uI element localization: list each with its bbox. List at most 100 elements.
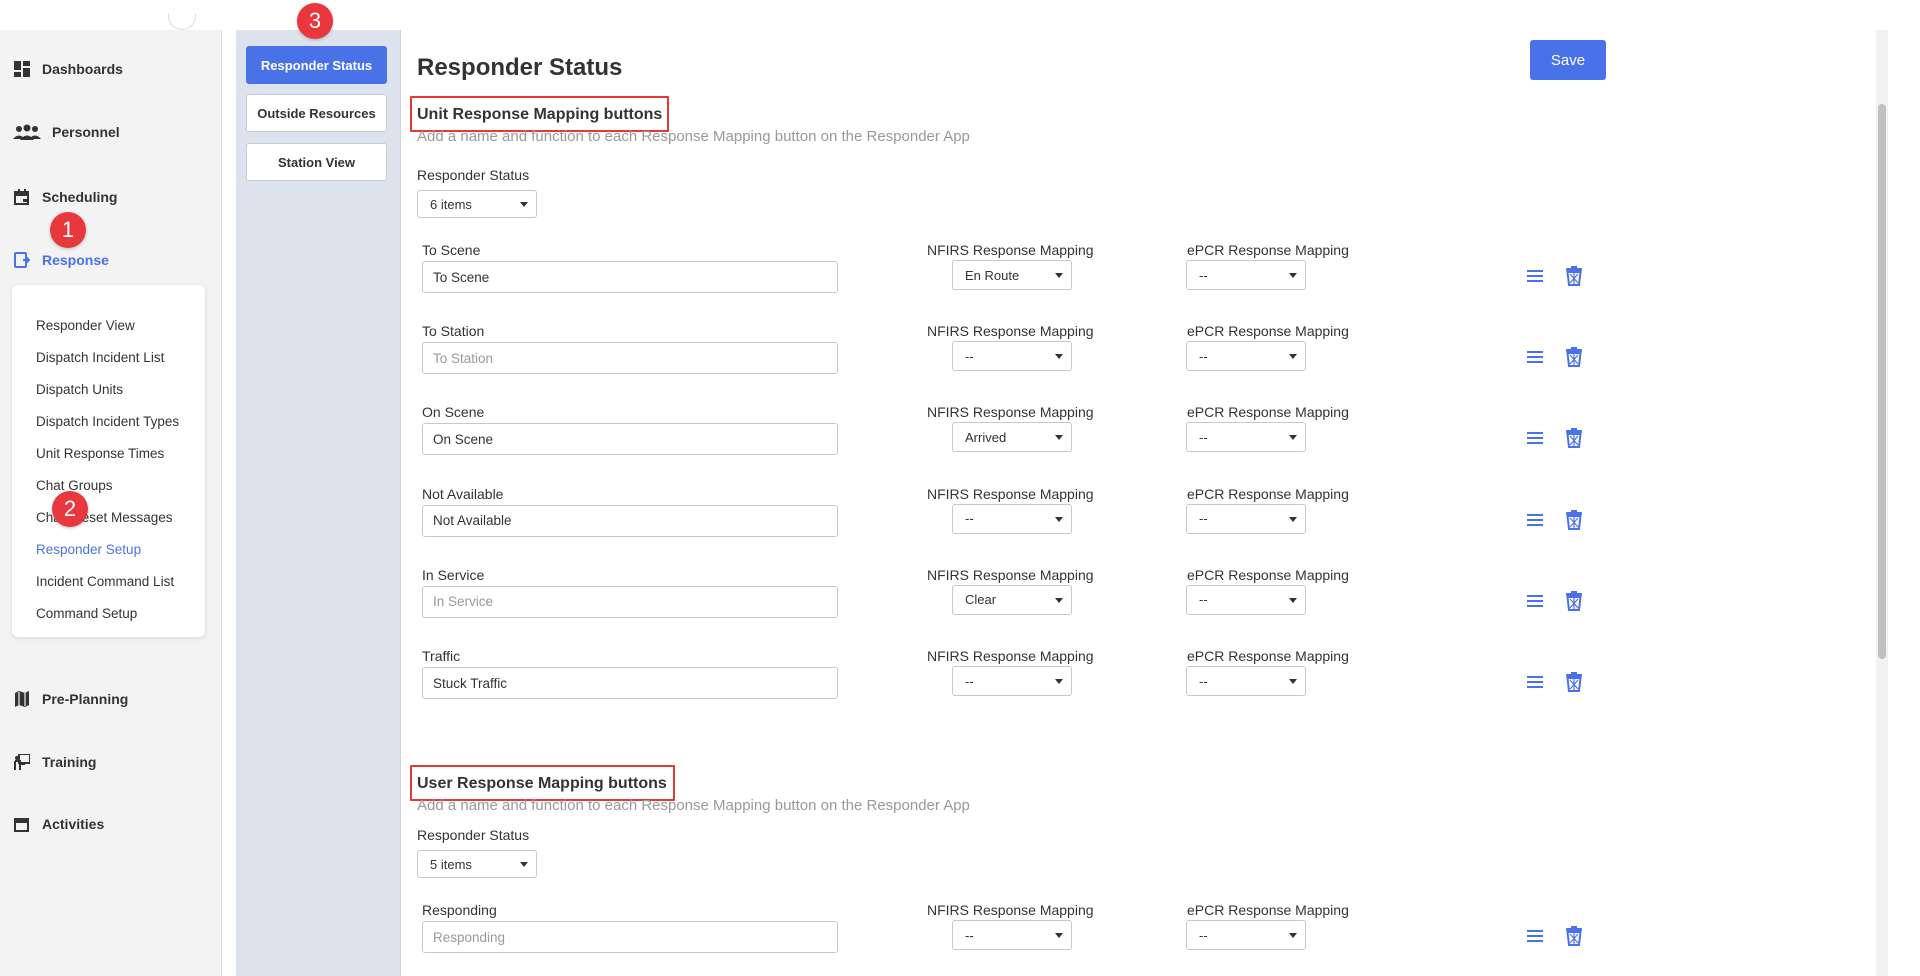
epcr-label: ePCR Response Mapping xyxy=(1187,404,1349,421)
nfirs-select[interactable]: -- xyxy=(952,666,1072,696)
chevron-down-icon xyxy=(1055,679,1063,684)
epcr-value: -- xyxy=(1199,429,1208,445)
tab-outside-resources[interactable]: Outside Resources xyxy=(246,94,387,132)
mapping-row: In Service In Service NFIRS Response Mappi… xyxy=(401,567,1601,637)
save-button[interactable]: Save xyxy=(1530,40,1606,80)
responder-setup-subnav: Responder Status Outside Resources Stati… xyxy=(236,30,401,976)
nfirs-select[interactable]: Clear xyxy=(952,584,1072,615)
drag-handle-icon[interactable] xyxy=(1527,351,1543,364)
submenu-item-unit-response-times[interactable]: Unit Response Times xyxy=(36,446,164,461)
nfirs-select[interactable]: Arrived xyxy=(952,422,1072,453)
user-items-select[interactable]: 5 items xyxy=(417,850,537,878)
unit-items-value: 6 items xyxy=(430,196,472,212)
sidebar-item-pre-planning[interactable]: Pre-Planning xyxy=(12,690,128,708)
sidebar-item-scheduling[interactable]: Scheduling xyxy=(12,188,117,206)
user-section-title: User Response Mapping buttons xyxy=(417,775,667,792)
button-name-value: On Scene xyxy=(433,431,494,447)
step-marker-2: 2 xyxy=(52,491,88,527)
tab-responder-status[interactable]: Responder Status xyxy=(246,46,387,84)
epcr-value: -- xyxy=(1199,348,1208,364)
button-name-input[interactable]: On Scene xyxy=(422,423,838,456)
button-name-input[interactable]: Responding xyxy=(422,921,838,953)
chevron-down-icon xyxy=(1289,679,1297,684)
mapping-row: To Station To Station NFIRS Response Mappi… xyxy=(401,323,1601,393)
training-icon xyxy=(12,753,32,771)
mapping-row: Responding Responding NFIRS Response Mappi… xyxy=(401,902,1601,972)
scrollbar-thumb[interactable] xyxy=(1878,104,1886,659)
tab-station-view[interactable]: Station View xyxy=(246,143,387,181)
chevron-down-icon xyxy=(1055,273,1063,278)
map-icon xyxy=(12,690,32,708)
drag-handle-icon[interactable] xyxy=(1527,513,1543,526)
epcr-label: ePCR Response Mapping xyxy=(1187,648,1349,664)
drag-handle-icon[interactable] xyxy=(1527,930,1543,942)
button-name-input[interactable]: Stuck Traffic xyxy=(422,667,838,699)
sidebar: Dashboards Personnel Scheduling Response… xyxy=(0,30,222,976)
submenu-item-dispatch-incident-list[interactable]: Dispatch Incident List xyxy=(36,350,164,365)
drag-handle-icon[interactable] xyxy=(1527,676,1543,688)
calendar-icon xyxy=(12,188,32,206)
button-name-input[interactable]: In Service xyxy=(422,585,838,618)
vertical-scrollbar[interactable] xyxy=(1876,30,1888,976)
button-name-input[interactable]: To Station xyxy=(422,342,838,375)
sidebar-item-label: Activities xyxy=(42,816,105,832)
epcr-label: ePCR Response Mapping xyxy=(1187,323,1349,340)
sidebar-item-dashboards[interactable]: Dashboards xyxy=(12,60,123,78)
epcr-select[interactable]: -- xyxy=(1186,422,1306,453)
button-name-input[interactable]: To Scene xyxy=(422,261,838,293)
submenu-item-dispatch-incident-types[interactable]: Dispatch Incident Types xyxy=(36,414,179,429)
chevron-down-icon xyxy=(1055,516,1063,522)
drag-handle-icon[interactable] xyxy=(1527,594,1543,607)
submenu-item-command-setup[interactable]: Command Setup xyxy=(36,606,137,621)
chevron-down-icon xyxy=(520,202,528,207)
submenu-item-dispatch-units[interactable]: Dispatch Units xyxy=(36,382,123,397)
submenu-item-responder-view[interactable]: Responder View xyxy=(36,318,135,333)
epcr-select[interactable]: -- xyxy=(1186,503,1306,534)
trash-icon[interactable] xyxy=(1565,509,1583,530)
unit-responder-status-label: Responder Status xyxy=(417,167,530,183)
sidebar-item-response[interactable]: Response xyxy=(12,251,109,269)
sidebar-item-activities[interactable]: Activities xyxy=(12,816,104,832)
nfirs-select[interactable]: -- xyxy=(952,503,1072,534)
nfirs-select[interactable]: -- xyxy=(952,341,1072,372)
row-label: To Scene xyxy=(422,242,481,258)
trash-icon[interactable] xyxy=(1565,672,1583,692)
sidebar-item-training[interactable]: Training xyxy=(12,753,96,771)
submenu-item-incident-command-list[interactable]: Incident Command List xyxy=(36,574,174,589)
trash-icon[interactable] xyxy=(1565,266,1583,286)
trash-icon[interactable] xyxy=(1565,926,1583,946)
nfirs-label: NFIRS Response Mapping xyxy=(927,648,1094,664)
collapse-handle[interactable] xyxy=(168,14,196,30)
activities-icon xyxy=(12,816,32,832)
chevron-down-icon xyxy=(1289,435,1297,441)
drag-handle-icon[interactable] xyxy=(1527,432,1543,445)
drag-handle-icon[interactable] xyxy=(1527,270,1543,282)
submenu-item-responder-setup[interactable]: Responder Setup xyxy=(36,542,141,557)
nfirs-select[interactable]: En Route xyxy=(952,260,1072,290)
trash-icon[interactable] xyxy=(1565,347,1583,368)
sidebar-item-label: Dashboards xyxy=(42,61,123,77)
mapping-row: Traffic Stuck Traffic NFIRS Response Mappi… xyxy=(401,648,1601,718)
epcr-value: -- xyxy=(1199,592,1208,608)
sidebar-item-personnel[interactable]: Personnel xyxy=(12,123,120,141)
sidebar-item-label: Personnel xyxy=(52,124,120,140)
unit-items-select[interactable]: 6 items xyxy=(417,190,537,218)
chevron-down-icon xyxy=(1289,597,1297,603)
button-name-value: To Station xyxy=(433,350,494,366)
button-name-input[interactable]: Not Available xyxy=(422,504,838,537)
epcr-select[interactable]: -- xyxy=(1186,260,1306,290)
chevron-down-icon xyxy=(1055,354,1063,360)
epcr-label: ePCR Response Mapping xyxy=(1187,485,1349,502)
trash-icon[interactable] xyxy=(1565,428,1583,449)
main-content: Responder Status Save Unit Response Mapp… xyxy=(401,30,1876,976)
chevron-down-icon xyxy=(1289,933,1297,938)
nfirs-select[interactable]: -- xyxy=(952,920,1072,950)
epcr-value: -- xyxy=(1199,511,1208,527)
epcr-select[interactable]: -- xyxy=(1186,666,1306,696)
sidebar-item-label: Pre-Planning xyxy=(42,691,129,707)
epcr-label: ePCR Response Mapping xyxy=(1187,566,1349,583)
epcr-select[interactable]: -- xyxy=(1186,920,1306,950)
epcr-select[interactable]: -- xyxy=(1186,584,1306,615)
epcr-select[interactable]: -- xyxy=(1186,341,1306,372)
trash-icon[interactable] xyxy=(1565,590,1583,611)
